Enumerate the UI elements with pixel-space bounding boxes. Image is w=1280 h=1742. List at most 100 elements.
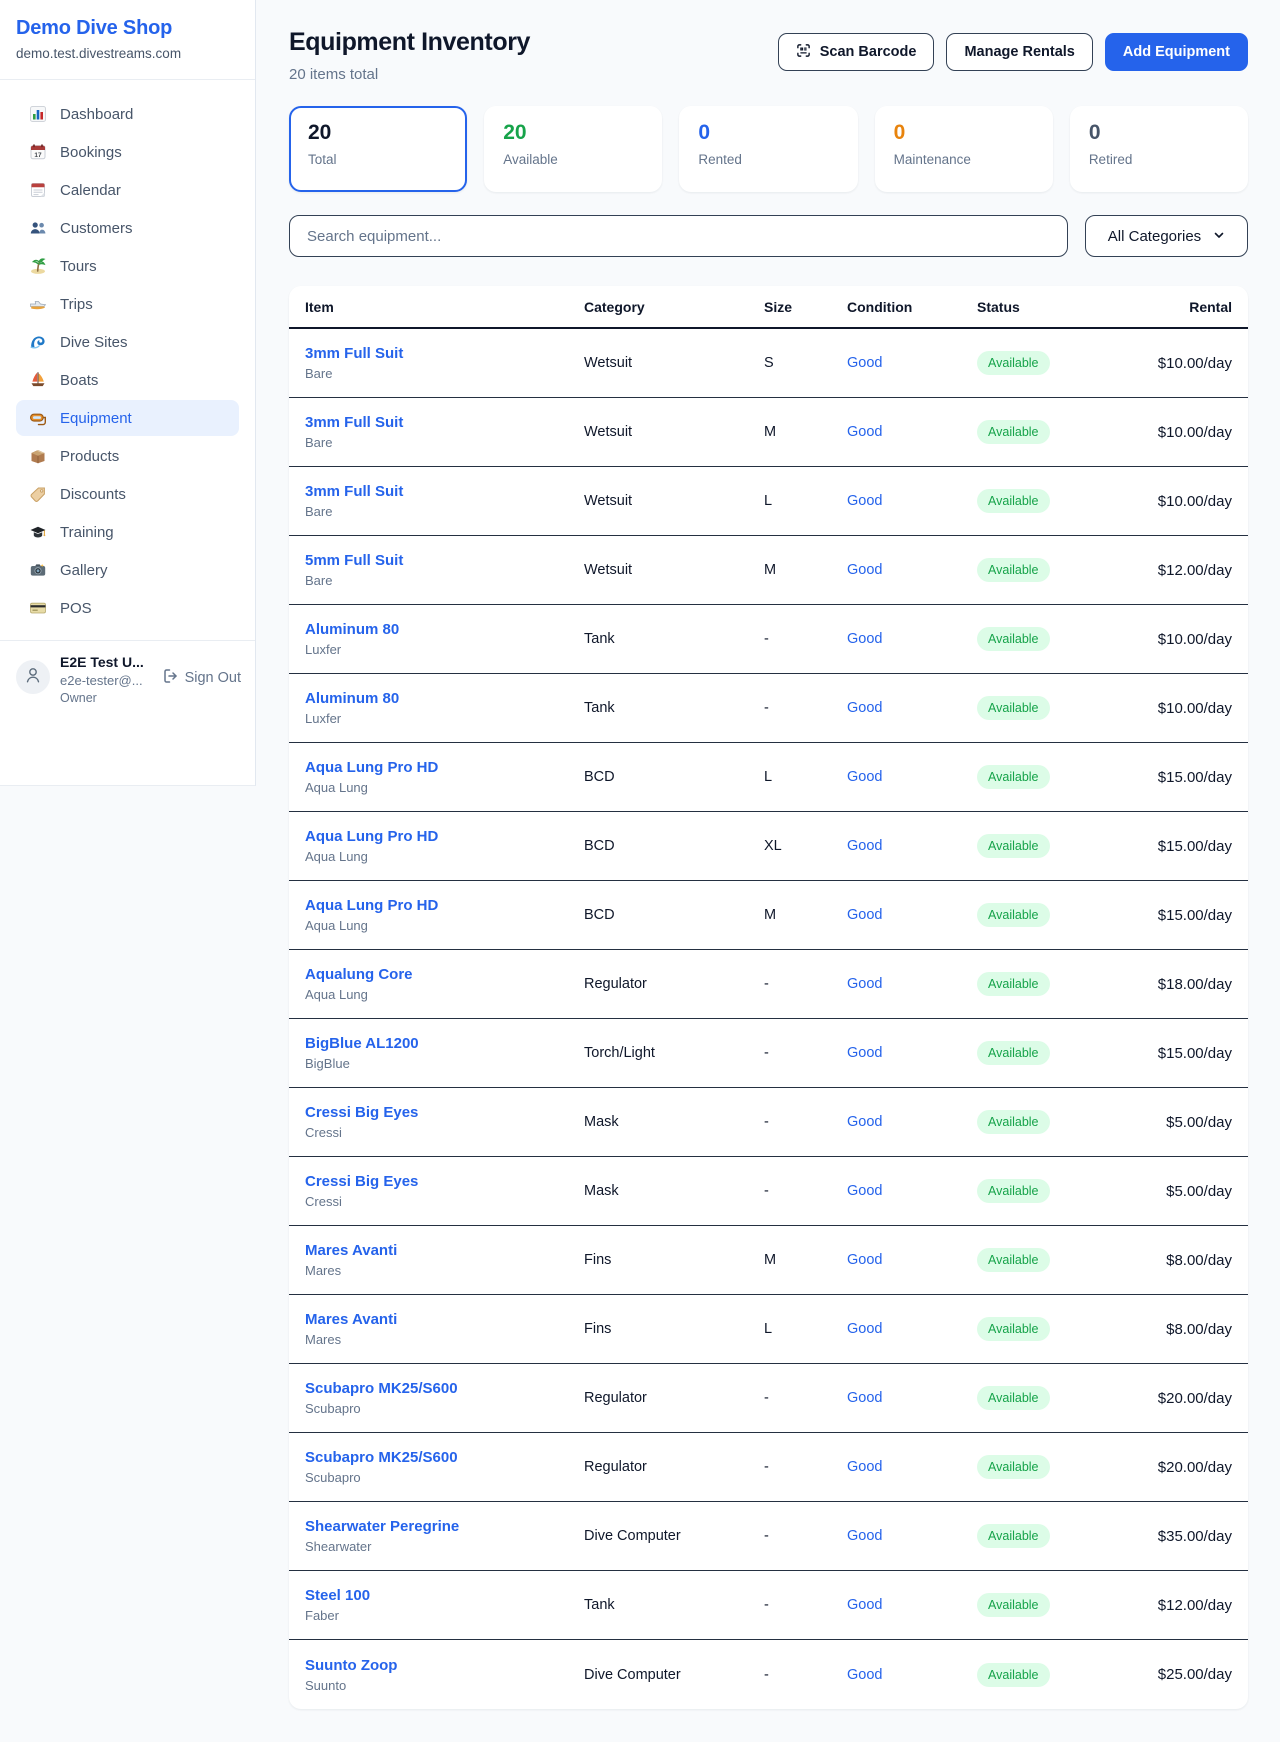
scan-barcode-button[interactable]: Scan Barcode: [778, 33, 935, 71]
status-badge: Available: [977, 765, 1050, 789]
item-rental: $8.00/day: [1127, 1252, 1232, 1269]
item-link[interactable]: Aqualung Core: [305, 966, 413, 983]
item-link[interactable]: Scubapro MK25/S600: [305, 1449, 458, 1466]
manage-rentals-button[interactable]: Manage Rentals: [946, 33, 1092, 71]
app: Demo Dive Shop demo.test.divestreams.com…: [0, 0, 1280, 1741]
condition-link[interactable]: Good: [847, 493, 882, 509]
stat-card-rented[interactable]: 0Rented: [679, 106, 857, 192]
user-role: Owner: [60, 691, 153, 705]
item-brand: Aqua Lung: [305, 849, 584, 864]
condition-link[interactable]: Good: [847, 1390, 882, 1406]
sidebar-item-boats[interactable]: Boats: [16, 362, 239, 398]
svg-text:17: 17: [34, 152, 42, 159]
condition-link[interactable]: Good: [847, 1667, 882, 1683]
condition-link[interactable]: Good: [847, 1321, 882, 1337]
condition-link[interactable]: Good: [847, 1114, 882, 1130]
sidebar-item-calendar[interactable]: Calendar: [16, 172, 239, 208]
item-link[interactable]: Cressi Big Eyes: [305, 1104, 418, 1121]
item-link[interactable]: Scubapro MK25/S600: [305, 1380, 458, 1397]
sidebar-item-dashboard[interactable]: Dashboard: [16, 96, 239, 132]
sidebar-item-products[interactable]: Products: [16, 438, 239, 474]
stat-label: Maintenance: [894, 152, 1034, 167]
status-cell: Available: [977, 351, 1127, 375]
condition-link[interactable]: Good: [847, 838, 882, 854]
item-rental: $8.00/day: [1127, 1321, 1232, 1338]
item-link[interactable]: Aqua Lung Pro HD: [305, 828, 438, 845]
sidebar-item-gallery[interactable]: Gallery: [16, 552, 239, 588]
condition-link[interactable]: Good: [847, 424, 882, 440]
sidebar-item-trips[interactable]: Trips: [16, 286, 239, 322]
item-category: Mask: [584, 1114, 764, 1130]
sign-out-button[interactable]: Sign Out: [163, 668, 241, 688]
item-cell: BigBlue AL1200BigBlue: [305, 1035, 584, 1071]
item-link[interactable]: Cressi Big Eyes: [305, 1173, 418, 1190]
item-brand: Luxfer: [305, 642, 584, 657]
sidebar-item-training[interactable]: Training: [16, 514, 239, 550]
item-brand: Mares: [305, 1263, 584, 1278]
item-brand: Aqua Lung: [305, 987, 584, 1002]
item-link[interactable]: Aluminum 80: [305, 690, 399, 707]
equipment-table: Item Category Size Condition Status Rent…: [289, 286, 1248, 1709]
item-size: -: [764, 1045, 847, 1061]
sidebar-item-dive-sites[interactable]: Dive Sites: [16, 324, 239, 360]
item-link[interactable]: Aqua Lung Pro HD: [305, 897, 438, 914]
item-cell: Aqua Lung Pro HDAqua Lung: [305, 897, 584, 933]
item-link[interactable]: Aluminum 80: [305, 621, 399, 638]
condition-link[interactable]: Good: [847, 907, 882, 923]
condition-cell: Good: [847, 424, 977, 440]
sidebar-item-pos[interactable]: POS: [16, 590, 239, 626]
item-size: L: [764, 493, 847, 509]
condition-link[interactable]: Good: [847, 1597, 882, 1613]
sidebar-item-discounts[interactable]: Discounts: [16, 476, 239, 512]
item-brand: Bare: [305, 573, 584, 588]
item-link[interactable]: Aqua Lung Pro HD: [305, 759, 438, 776]
search-input[interactable]: [289, 215, 1068, 257]
sidebar-item-equipment[interactable]: Equipment: [16, 400, 239, 436]
item-link[interactable]: Suunto Zoop: [305, 1657, 397, 1674]
condition-link[interactable]: Good: [847, 1252, 882, 1268]
item-size: -: [764, 976, 847, 992]
category-select[interactable]: All Categories: [1085, 215, 1248, 257]
condition-link[interactable]: Good: [847, 562, 882, 578]
add-equipment-button[interactable]: Add Equipment: [1105, 33, 1248, 71]
item-link[interactable]: Shearwater Peregrine: [305, 1518, 459, 1535]
condition-cell: Good: [847, 1321, 977, 1337]
item-link[interactable]: 3mm Full Suit: [305, 345, 403, 362]
condition-link[interactable]: Good: [847, 1528, 882, 1544]
item-link[interactable]: Mares Avanti: [305, 1242, 397, 1259]
item-link[interactable]: 3mm Full Suit: [305, 483, 403, 500]
condition-link[interactable]: Good: [847, 1183, 882, 1199]
condition-link[interactable]: Good: [847, 769, 882, 785]
item-rental: $15.00/day: [1127, 1045, 1232, 1062]
status-cell: Available: [977, 1179, 1127, 1203]
item-link[interactable]: 5mm Full Suit: [305, 552, 403, 569]
item-cell: 5mm Full Suit Bare: [305, 552, 584, 588]
sidebar-item-label: Training: [60, 524, 114, 541]
item-link[interactable]: Mares Avanti: [305, 1311, 397, 1328]
category-select-value: All Categories: [1108, 228, 1201, 245]
condition-link[interactable]: Good: [847, 631, 882, 647]
item-category: Tank: [584, 700, 764, 716]
scan-barcode-label: Scan Barcode: [820, 44, 917, 60]
stat-card-retired[interactable]: 0Retired: [1070, 106, 1248, 192]
sidebar-header: Demo Dive Shop demo.test.divestreams.com: [0, 0, 255, 80]
sidebar-item-customers[interactable]: Customers: [16, 210, 239, 246]
condition-link[interactable]: Good: [847, 976, 882, 992]
sidebar-item-tours[interactable]: Tours: [16, 248, 239, 284]
sidebar-item-bookings[interactable]: 17Bookings: [16, 134, 239, 170]
condition-link[interactable]: Good: [847, 1045, 882, 1061]
sidebar-item-label: Equipment: [60, 410, 132, 427]
item-size: -: [764, 700, 847, 716]
item-link[interactable]: Steel 100: [305, 1587, 370, 1604]
stat-card-available[interactable]: 20Available: [484, 106, 662, 192]
table-row: 5mm Full SuitBareWetsuitMGoodAvailable$1…: [289, 536, 1248, 605]
item-link[interactable]: BigBlue AL1200: [305, 1035, 419, 1052]
condition-link[interactable]: Good: [847, 1459, 882, 1475]
condition-link[interactable]: Good: [847, 355, 882, 371]
sidebar-item-label: Dashboard: [60, 106, 133, 123]
condition-cell: Good: [847, 1390, 977, 1406]
condition-link[interactable]: Good: [847, 700, 882, 716]
item-link[interactable]: 3mm Full Suit: [305, 414, 403, 431]
stat-card-maintenance[interactable]: 0Maintenance: [875, 106, 1053, 192]
stat-card-total[interactable]: 20Total: [289, 106, 467, 192]
